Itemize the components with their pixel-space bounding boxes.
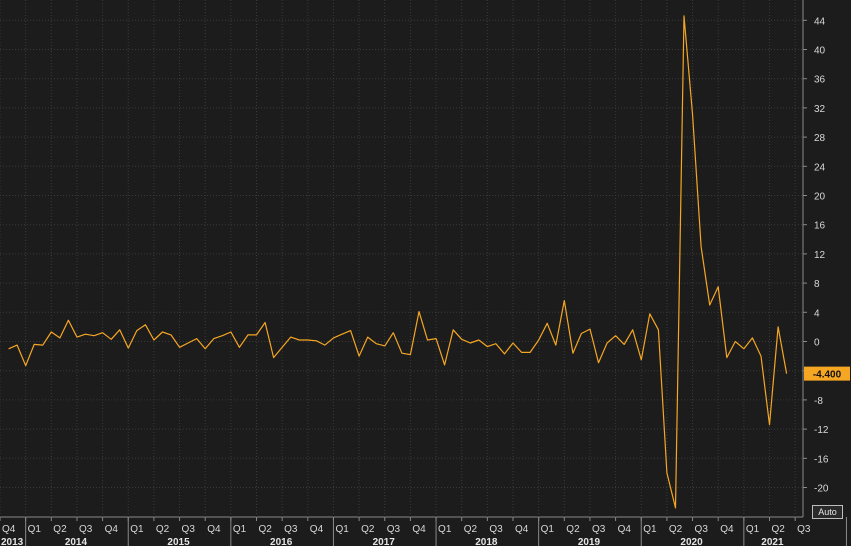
y-tick-label: -12 — [814, 425, 829, 436]
auto-scale-button[interactable]: Auto — [812, 505, 843, 519]
x-tick-label: Q2 — [464, 524, 478, 535]
chart: -20-16-12-8-4048121620242832364044 Q4Q1Q… — [0, 0, 850, 546]
y-tick-label: 0 — [814, 338, 820, 349]
x-tick-label: Q4 — [2, 524, 16, 535]
x-tick-label: Q2 — [772, 524, 786, 535]
x-tick-label: Q1 — [335, 524, 349, 535]
x-tick-label: Q3 — [182, 524, 196, 535]
series-layer — [8, 15, 788, 509]
x-tick-label: Q1 — [233, 524, 247, 535]
y-tick-label: 44 — [814, 16, 826, 27]
year-label: 2015 — [167, 537, 190, 546]
x-tick-label: Q2 — [361, 524, 375, 535]
x-tick-label: Q1 — [438, 524, 452, 535]
y-tick-label: 4 — [814, 308, 820, 319]
x-tick-label: Q3 — [592, 524, 606, 535]
x-tick-label: Q2 — [259, 524, 273, 535]
x-tick-label: Q3 — [797, 524, 811, 535]
x-tick-label: Q3 — [387, 524, 401, 535]
x-tick-label: Q3 — [695, 524, 709, 535]
x-tick-label: Q2 — [156, 524, 170, 535]
y-tick-label: 40 — [814, 46, 826, 57]
x-tick-label: Q1 — [130, 524, 144, 535]
x-tick-label: Q1 — [541, 524, 555, 535]
x-tick-label: Q3 — [284, 524, 298, 535]
y-tick-label: 16 — [814, 221, 826, 232]
last-value-label: -4.400 — [813, 370, 842, 381]
x-tick-label: Q4 — [412, 524, 426, 535]
x-tick-label: Q2 — [669, 524, 683, 535]
year-label: 2014 — [65, 537, 88, 546]
year-label: 2017 — [373, 537, 396, 546]
y-tick-label: 20 — [814, 192, 826, 203]
year-label: 2021 — [761, 537, 784, 546]
x-tick-label: Q2 — [566, 524, 580, 535]
year-label: 2019 — [578, 537, 601, 546]
x-tick-label: Q2 — [53, 524, 67, 535]
x-tick-label: Q4 — [105, 524, 119, 535]
y-tick-label: 8 — [814, 279, 820, 290]
x-tick-label: Q4 — [720, 524, 734, 535]
x-tick-label: Q1 — [746, 524, 760, 535]
year-label: 2016 — [270, 537, 293, 546]
year-label: 2020 — [680, 537, 703, 546]
last-value-badge: -4.400 — [804, 366, 850, 381]
x-tick-label: Q4 — [310, 524, 324, 535]
x-tick-label: Q1 — [643, 524, 657, 535]
y-axis: -20-16-12-8-4048121620242832364044 — [803, 16, 829, 495]
y-tick-label: -16 — [814, 454, 829, 465]
x-tick-label: Q3 — [79, 524, 93, 535]
year-label: 2018 — [475, 537, 498, 546]
x-tick-label: Q4 — [207, 524, 221, 535]
x-tick-label: Q4 — [515, 524, 529, 535]
y-tick-label: -20 — [814, 484, 829, 495]
y-tick-label: 36 — [814, 75, 826, 86]
y-tick-label: -8 — [814, 396, 823, 407]
y-tick-label: 24 — [814, 162, 826, 173]
x-tick-label: Q3 — [489, 524, 503, 535]
y-tick-label: 32 — [814, 104, 826, 115]
series-line — [8, 15, 788, 509]
y-tick-label: 28 — [814, 133, 826, 144]
x-tick-label: Q4 — [618, 524, 632, 535]
x-axis: Q4 Q1 Q2 Q3 Q4 Q1 Q2 Q3 Q4 Q1 Q2 Q3 Q4 Q1 Q2 Q3 Q4 Q1 Q2 Q3… — [0, 517, 847, 546]
y-tick-label: 12 — [814, 250, 826, 261]
x-tick-label: Q1 — [28, 524, 42, 535]
year-label: 2013 — [1, 537, 24, 546]
